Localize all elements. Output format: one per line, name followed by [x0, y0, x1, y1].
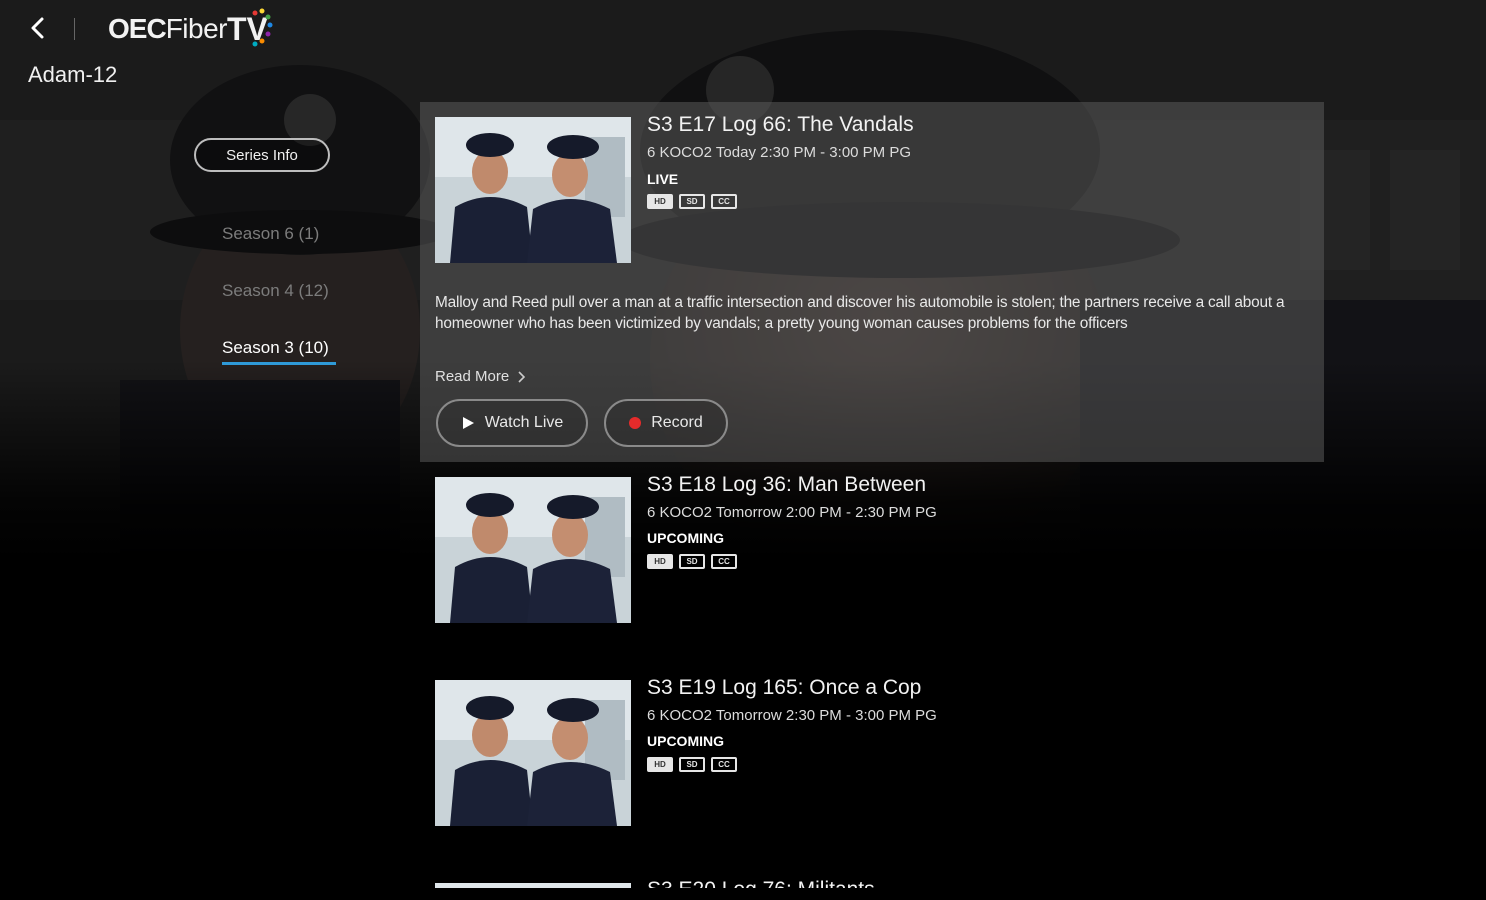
logo-dots-icon [252, 8, 273, 46]
active-season-indicator [222, 362, 336, 365]
episode-status: UPCOMING [647, 733, 724, 749]
logo-tv: TV [227, 8, 273, 48]
play-icon [462, 417, 474, 429]
episode-title: S3 E17 Log 66: The Vandals [647, 113, 914, 136]
episode-badges: HD SD CC [647, 554, 737, 569]
series-info-button[interactable]: Series Info [194, 138, 330, 172]
cc-badge: CC [711, 757, 737, 772]
back-button[interactable] [22, 12, 54, 44]
season-6-tab[interactable]: Season 6 (1) [222, 224, 319, 244]
record-button[interactable]: Record [604, 399, 728, 447]
header-divider [74, 18, 75, 40]
episode-meta: 6 KOCO2 Today 2:30 PM - 3:00 PM PG [647, 144, 912, 161]
sd-badge: SD [679, 554, 705, 569]
episode-title[interactable]: S3 E18 Log 36: Man Between [647, 473, 926, 497]
episode-badges: HD SD CC [647, 194, 737, 209]
episode-thumbnail[interactable] [435, 477, 631, 623]
record-label: Record [651, 414, 703, 431]
screen: OEC Fiber TV Adam-12 Series Info Season … [0, 0, 1486, 900]
episode-status: LIVE [647, 171, 679, 187]
list-clip-edge [0, 888, 1486, 900]
chevron-right-icon [518, 370, 526, 383]
episode-thumbnail[interactable] [435, 117, 631, 263]
watch-live-label: Watch Live [484, 414, 564, 431]
show-title: Adam-12 [28, 62, 118, 87]
episode-badges: HD SD CC [647, 757, 737, 772]
sd-badge: SD [679, 194, 705, 209]
watch-live-button[interactable]: Watch Live [436, 399, 588, 447]
season-3-tab[interactable]: Season 3 (10) [222, 338, 329, 358]
cc-badge: CC [711, 194, 737, 209]
season-4-tab[interactable]: Season 4 (12) [222, 281, 329, 301]
episode-description: Malloy and Reed pull over a man at a tra… [435, 294, 1285, 332]
logo-oec: OEC [108, 13, 167, 44]
episode-title[interactable]: S3 E19 Log 165: Once a Cop [647, 676, 921, 700]
back-arrow-icon [31, 17, 44, 39]
app-logo: OEC Fiber TV [108, 6, 273, 52]
read-more-link[interactable]: Read More [435, 368, 526, 385]
read-more-label: Read More [435, 368, 510, 385]
cc-badge: CC [711, 554, 737, 569]
hd-badge: HD [647, 554, 673, 569]
episode-meta: 6 KOCO2 Tomorrow 2:00 PM - 2:30 PM PG [647, 504, 937, 521]
record-dot-icon [629, 417, 642, 429]
episode-meta: 6 KOCO2 Tomorrow 2:30 PM - 3:00 PM PG [647, 707, 937, 724]
episode-thumbnail[interactable] [435, 680, 631, 826]
sd-badge: SD [679, 757, 705, 772]
hd-badge: HD [647, 757, 673, 772]
hd-badge: HD [647, 194, 673, 209]
episode-status: UPCOMING [647, 530, 724, 546]
logo-fiber: Fiber [165, 13, 228, 44]
